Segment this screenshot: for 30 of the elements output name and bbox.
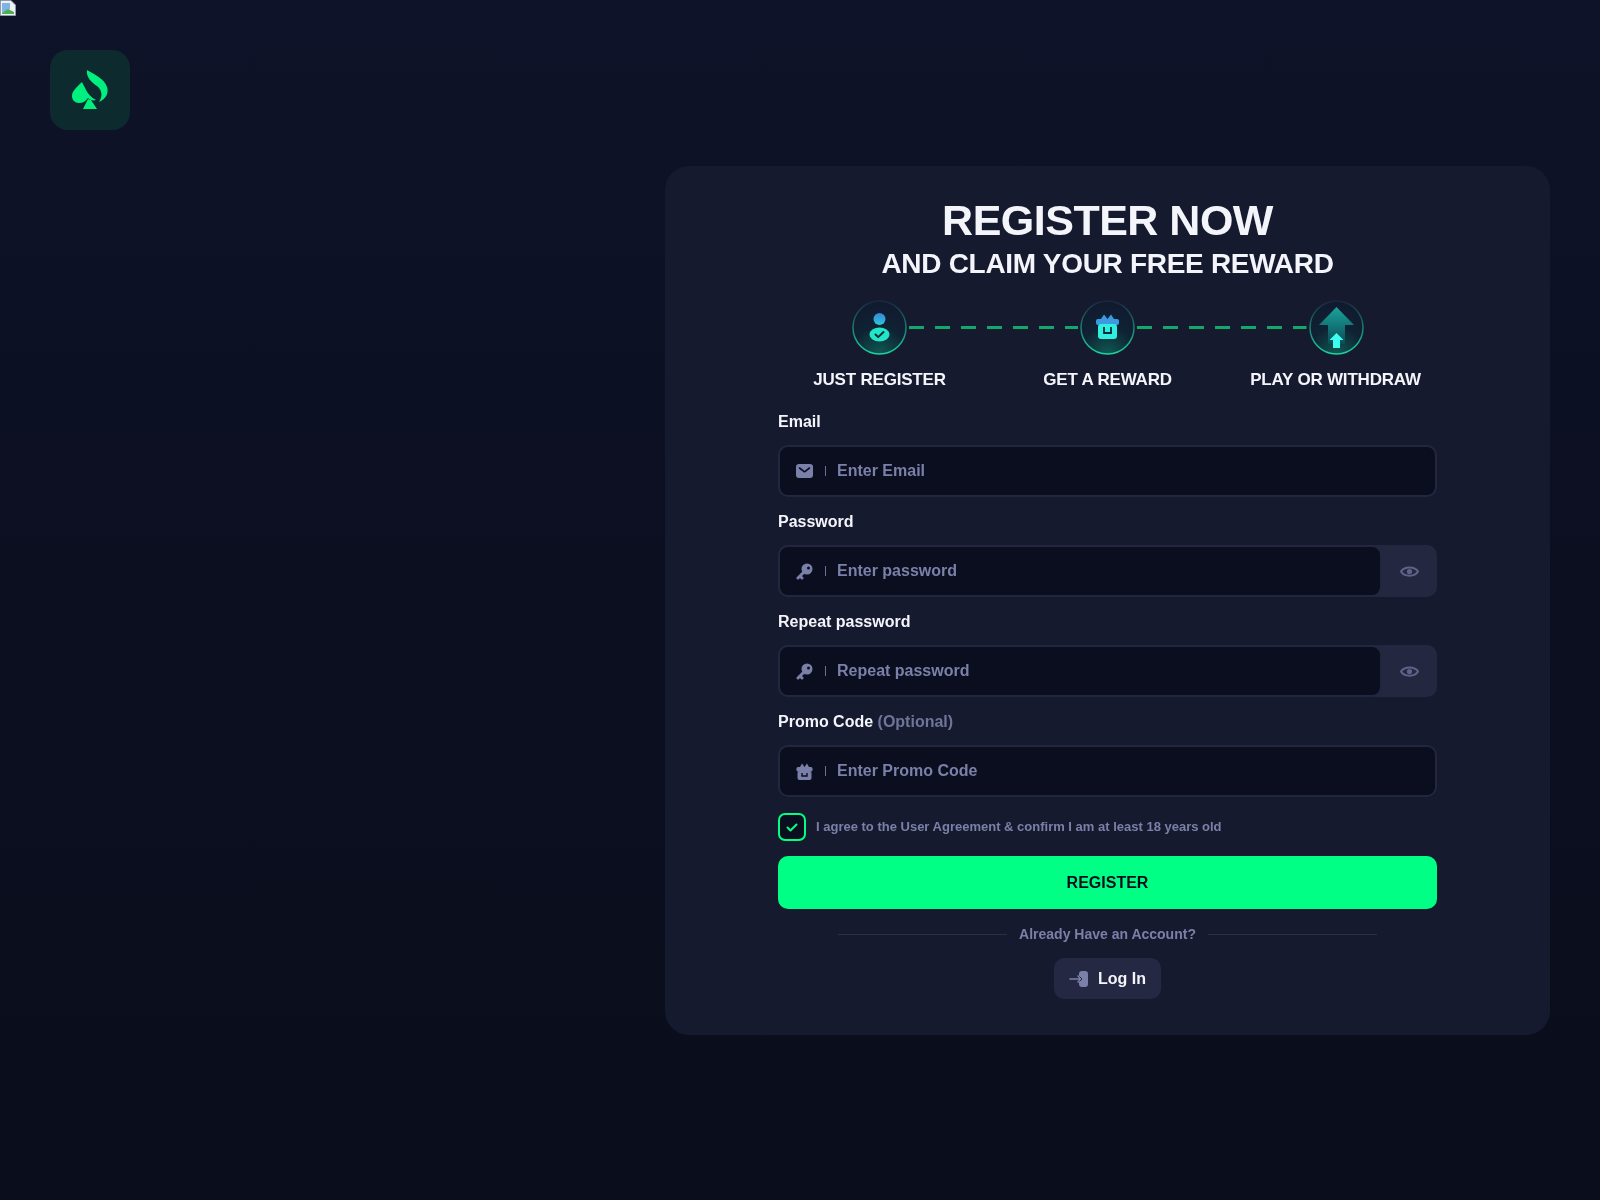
spade-logo-icon[interactable]	[50, 50, 130, 130]
gift-box-icon	[1080, 300, 1135, 355]
page-title: REGISTER NOW	[942, 197, 1273, 243]
step-label: GET A REWARD	[1043, 369, 1172, 391]
eye-icon	[1400, 564, 1419, 578]
password-field[interactable]: Enter password	[778, 545, 1382, 597]
user-check-icon	[851, 300, 907, 355]
field-label: Promo Code (Optional)	[778, 712, 954, 732]
promo-code-field[interactable]: Enter Promo Code	[778, 745, 1437, 797]
page-subtitle: AND CLAIM YOUR FREE REWARD	[881, 248, 1334, 280]
agreement-text: I agree to the User Agreement & confirm I am at least 18 years old	[816, 818, 1222, 836]
broken-image-icon	[0, 0, 16, 16]
checkmark-icon	[786, 822, 798, 832]
field-label: Password	[778, 512, 854, 532]
login-prompt: Already Have an Account?	[1019, 925, 1196, 944]
eye-icon	[1400, 664, 1419, 678]
agreement-checkbox[interactable]	[778, 813, 806, 841]
login-icon	[1069, 968, 1089, 989]
step-label: PLAY OR WITHDRAW	[1250, 369, 1421, 391]
login-button[interactable]: Log In	[1054, 958, 1161, 999]
mail-icon	[796, 464, 813, 478]
key-icon	[796, 662, 813, 680]
email-field[interactable]: Enter Email	[778, 445, 1437, 497]
field-label: Repeat password	[778, 612, 911, 632]
field-label: Email	[778, 412, 821, 432]
step-label: JUST REGISTER	[813, 369, 946, 391]
register-button[interactable]: REGISTER	[778, 856, 1437, 909]
key-icon	[796, 562, 813, 580]
gift-icon	[796, 762, 813, 780]
password-field[interactable]: Repeat password	[778, 645, 1382, 697]
